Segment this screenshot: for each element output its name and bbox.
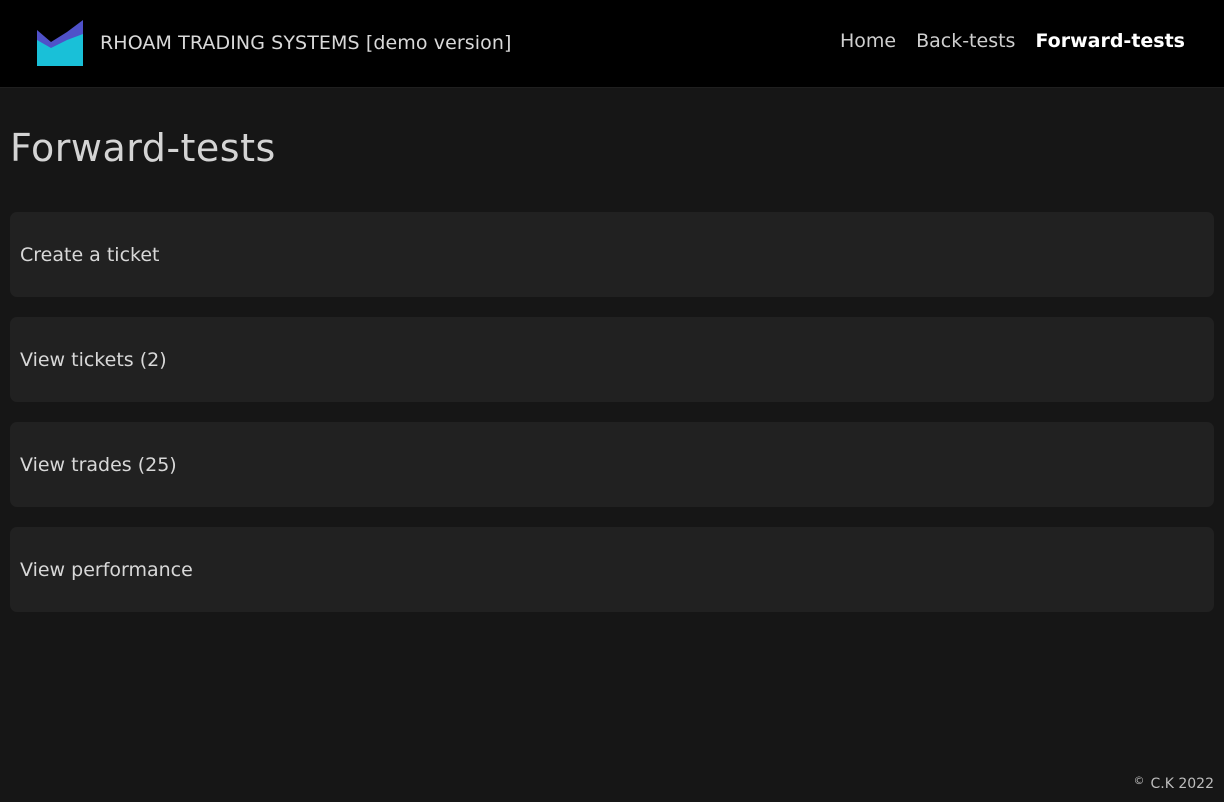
top-navbar: RHOAM TRADING SYSTEMS [demo version] Hom… xyxy=(0,0,1224,88)
area-chart-logo-icon xyxy=(37,20,83,66)
view-performance-card[interactable]: View performance xyxy=(10,527,1214,612)
view-performance-label: View performance xyxy=(20,558,193,581)
create-ticket-card[interactable]: Create a ticket xyxy=(10,212,1214,297)
create-ticket-label: Create a ticket xyxy=(20,243,160,266)
view-tickets-label: View tickets (2) xyxy=(20,348,167,371)
nav-back-tests-link[interactable]: Back-tests xyxy=(916,30,1015,52)
footer-text: C.K 2022 xyxy=(1150,776,1215,792)
footer: © C.K 2022 xyxy=(1134,774,1215,792)
view-trades-label: View trades (25) xyxy=(20,453,177,476)
brand-name: RHOAM TRADING SYSTEMS [demo version] xyxy=(100,32,512,54)
nav-home-link[interactable]: Home xyxy=(840,30,896,52)
nav-forward-tests-link[interactable]: Forward-tests xyxy=(1035,30,1185,52)
brand-link[interactable]: RHOAM TRADING SYSTEMS [demo version] xyxy=(37,20,512,66)
main-nav: Home Back-tests Forward-tests xyxy=(840,30,1185,52)
copyright-icon: © xyxy=(1133,774,1145,787)
page-title: Forward-tests xyxy=(10,126,276,170)
view-trades-card[interactable]: View trades (25) xyxy=(10,422,1214,507)
view-tickets-card[interactable]: View tickets (2) xyxy=(10,317,1214,402)
